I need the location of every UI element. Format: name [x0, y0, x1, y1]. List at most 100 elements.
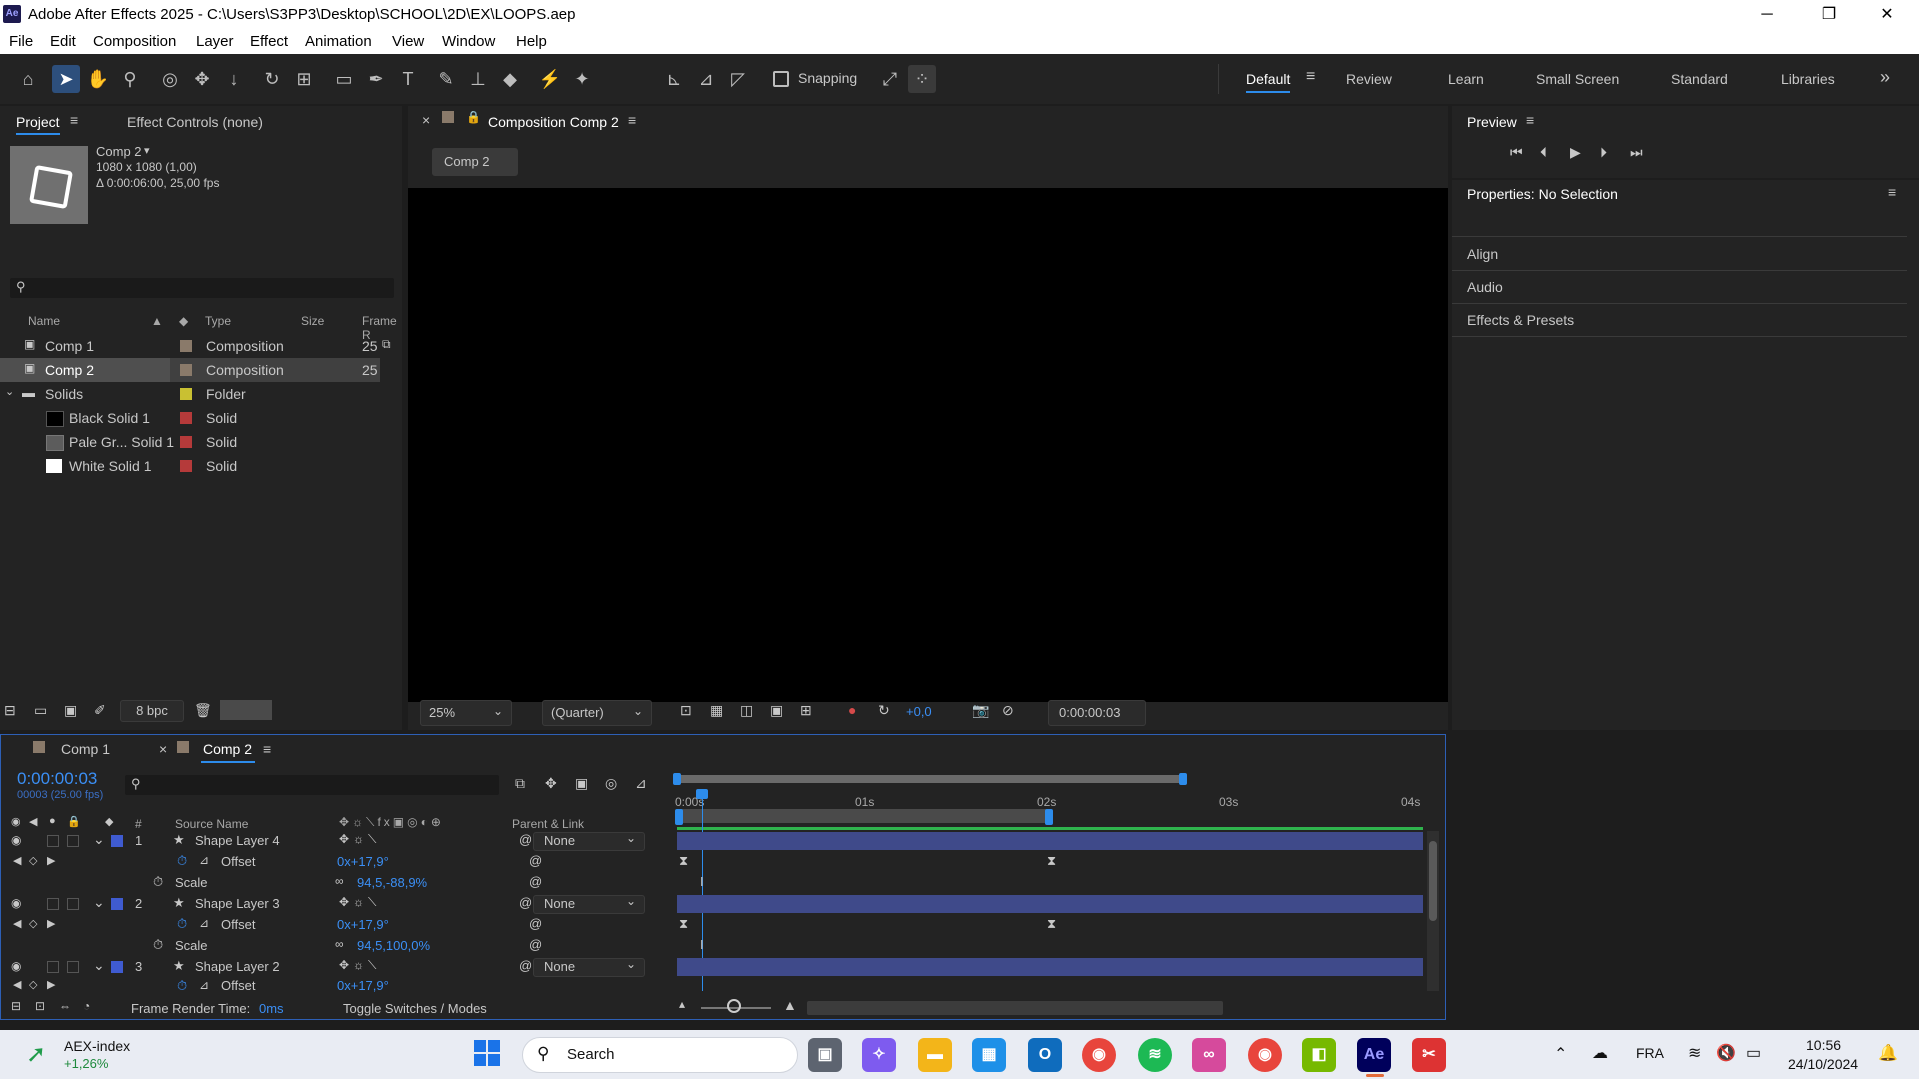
color-swatch-button[interactable] [220, 700, 272, 720]
panel-menu-icon[interactable]: ≡ [628, 112, 636, 128]
layer-row[interactable]: ◉ ⌄ 2 ★ Shape Layer 3 ✥☼⟍ @ None ⌄ [1, 894, 1447, 915]
property-value[interactable]: 94,5,100,0% [357, 938, 430, 953]
pick-whip-icon[interactable]: @ [529, 937, 542, 952]
battery-icon[interactable]: ▭ [1746, 1043, 1761, 1063]
menu-file[interactable]: File [9, 33, 33, 50]
new-folder-icon[interactable]: ▭ [34, 702, 47, 719]
wifi-icon[interactable]: ≋ [1688, 1043, 1701, 1063]
property-row[interactable]: ◀ ◇ ▶ ⏱ ⊿ Offset 0x+17,9° @ ⧗ ⧗ [1, 915, 1447, 936]
shy-layers-icon[interactable]: ▣ [575, 775, 588, 792]
fast-preview-icon[interactable]: ⊡ [680, 702, 692, 719]
label-swatch[interactable] [180, 412, 192, 424]
add-keyframe-icon[interactable]: ◇ [29, 978, 37, 991]
workspace-small-screen[interactable]: Small Screen [1536, 71, 1619, 87]
tab-comp-2[interactable]: Comp 2 [203, 741, 252, 757]
clock-time[interactable]: 10:56 [1806, 1037, 1841, 1053]
chevron-down-icon[interactable]: ⌄ [5, 385, 14, 398]
layer-name[interactable]: Shape Layer 2 [195, 959, 280, 974]
col-size[interactable]: Size [301, 314, 324, 328]
home-icon[interactable]: ⌂ [14, 65, 42, 93]
tab-effect-controls[interactable]: Effect Controls (none) [127, 114, 263, 130]
toggle-switches-modes[interactable]: Toggle Switches / Modes [343, 1001, 487, 1016]
zoom-in-icon[interactable]: ▲ [783, 997, 797, 1013]
stock-name[interactable]: AEX-index [64, 1038, 130, 1054]
transfer-controls-icon[interactable]: ⊡ [35, 999, 45, 1013]
panel-menu-icon[interactable]: ≡ [263, 741, 271, 757]
col-source-name[interactable]: Source Name [175, 817, 248, 831]
snipping-tool-icon[interactable]: ✂ [1412, 1038, 1446, 1072]
next-keyframe-icon[interactable]: ▶ [47, 854, 55, 867]
label-swatch[interactable] [111, 898, 123, 910]
maximize-button[interactable]: ❐ [1806, 2, 1852, 28]
pick-whip-icon[interactable]: @ [519, 958, 532, 973]
tab-project[interactable]: Project [16, 114, 60, 130]
snapshot-icon[interactable]: 📷 [972, 702, 989, 719]
pick-whip-icon[interactable]: @ [529, 874, 542, 889]
breadcrumb-comp[interactable]: Comp 2 [432, 148, 518, 176]
parent-dropdown[interactable]: None ⌄ [533, 831, 645, 851]
comp-dropdown-icon[interactable]: ▾ [144, 144, 150, 157]
add-keyframe-icon[interactable]: ◇ [29, 917, 37, 930]
switches-icon[interactable]: ✥☼⟍ [339, 832, 380, 847]
horizontal-scrollbar[interactable] [807, 1001, 1223, 1015]
zoom-out-icon[interactable]: ▴ [679, 997, 685, 1011]
property-row[interactable]: ⏱ Scale ∞ 94,5,100,0% @ I [1, 936, 1447, 957]
audio-col-icon[interactable]: ◀ [29, 815, 37, 828]
after-effects-icon[interactable]: Ae [1357, 1038, 1391, 1072]
last-frame-icon[interactable]: ⏭ [1630, 144, 1643, 161]
play-icon[interactable]: ▶ [1570, 144, 1581, 161]
label-swatch[interactable] [111, 961, 123, 973]
outlook-icon[interactable]: O [1028, 1038, 1062, 1072]
exposure-value[interactable]: +0,0 [906, 704, 932, 719]
menu-layer[interactable]: Layer [196, 33, 234, 50]
parent-dropdown[interactable]: None ⌄ [533, 957, 645, 977]
composition-canvas[interactable] [408, 188, 1448, 702]
link-icon[interactable]: ∞ [335, 937, 344, 951]
taskbar-search-input[interactable]: ⚲ Search [522, 1037, 798, 1073]
orbit-tool-icon[interactable]: ◎ [156, 65, 184, 93]
keyframe-icon[interactable]: ⧗ [679, 916, 688, 932]
more-workspaces-icon[interactable]: » [1880, 67, 1890, 88]
dolly-tool-icon[interactable]: ↓ [220, 65, 248, 93]
eraser-tool-icon[interactable]: ◆ [496, 65, 524, 93]
label-swatch[interactable] [111, 835, 123, 847]
file-explorer-icon[interactable]: ▬ [918, 1038, 952, 1072]
show-snapshot-icon[interactable]: ⊘ [1002, 702, 1014, 719]
workspace-libraries[interactable]: Libraries [1781, 71, 1835, 87]
project-row-selected[interactable]: ▣ Comp 2 Composition 25 [0, 358, 380, 382]
property-value[interactable]: 0x+17,9° [337, 917, 389, 932]
snapping-checkbox[interactable] [773, 71, 789, 87]
effects-presets-panel[interactable]: Effects & Presets [1467, 312, 1574, 328]
label-swatch[interactable] [180, 436, 192, 448]
zoom-slider-handle[interactable] [727, 999, 741, 1013]
puppet-pin-icon[interactable]: ✦ [568, 65, 596, 93]
axis-local-icon[interactable]: ⊾ [660, 65, 688, 93]
spotify-icon[interactable]: ≋ [1138, 1038, 1172, 1072]
new-comp-icon[interactable]: ▣ [64, 702, 77, 719]
chrome-icon[interactable]: ◉ [1082, 1038, 1116, 1072]
next-keyframe-icon[interactable]: ▶ [47, 917, 55, 930]
lock-toggle[interactable] [67, 898, 79, 910]
property-row[interactable]: ◀ ◇ ▶ ⏱ ⊿ Offset 0x+17,9° [1, 978, 1447, 992]
solo-col-icon[interactable]: ● [49, 815, 56, 827]
col-parent-link[interactable]: Parent & Link [512, 817, 584, 831]
layer-duration-bar[interactable] [677, 895, 1423, 913]
anchor-tool-icon[interactable]: ⊞ [290, 65, 318, 93]
workspace-learn[interactable]: Learn [1448, 71, 1484, 87]
pick-whip-icon[interactable]: @ [519, 895, 532, 910]
hand-tool-icon[interactable]: ✋ [84, 65, 112, 93]
label-col-icon[interactable]: ◆ [179, 314, 188, 328]
menu-view[interactable]: View [392, 33, 424, 50]
volume-muted-icon[interactable]: 🔇 [1716, 1043, 1736, 1063]
zoom-tool-icon[interactable]: ⚲ [116, 65, 144, 93]
onedrive-icon[interactable]: ☁ [1592, 1043, 1608, 1063]
solo-toggle[interactable] [47, 961, 59, 973]
resolution-dropdown[interactable]: (Quarter) ⌄ [542, 700, 652, 726]
bpc-button[interactable]: 8 bpc [120, 700, 184, 722]
layer-duration-bar[interactable] [677, 832, 1423, 850]
menu-help[interactable]: Help [516, 33, 547, 50]
snap-feature-icon[interactable]: ⁘ [908, 65, 936, 93]
grid-guides-icon[interactable]: ⊞ [800, 702, 812, 719]
pick-whip-icon[interactable]: @ [529, 853, 542, 868]
store-icon[interactable]: ▦ [972, 1038, 1006, 1072]
